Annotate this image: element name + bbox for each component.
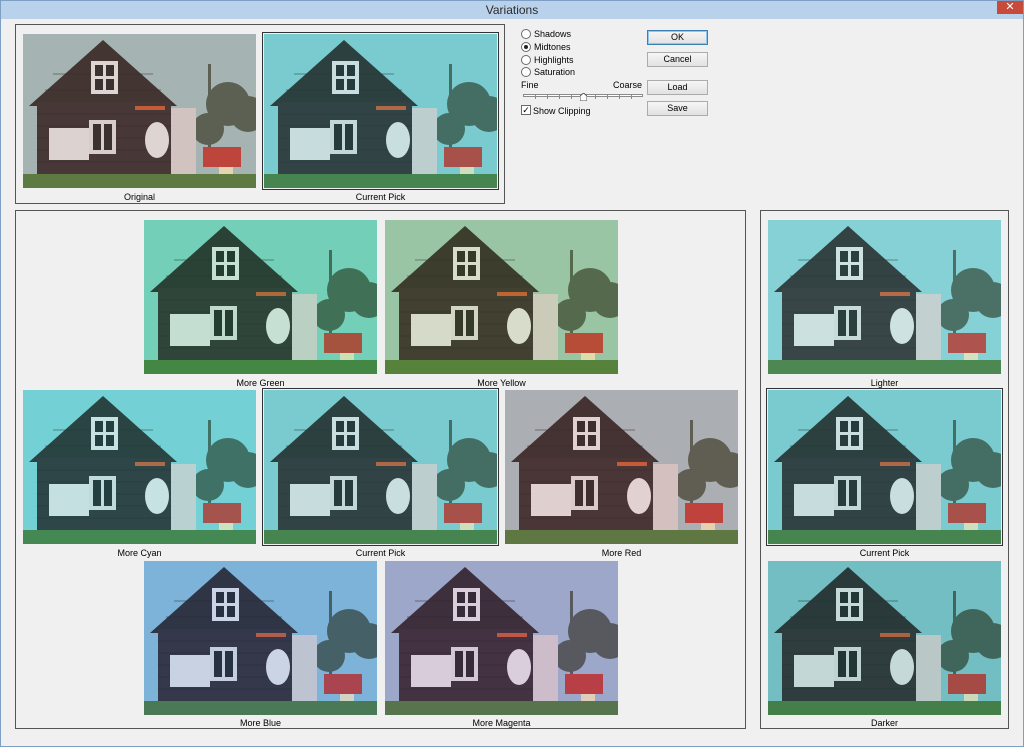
darker-thumbnail[interactable] [768,561,1001,715]
barn-photo [23,34,256,188]
slider-tick [631,94,632,99]
save-button[interactable]: Save [647,101,708,116]
coarse-label: Coarse [613,80,643,90]
more-red-thumbnail[interactable] [505,390,738,544]
more-magenta-thumbnail[interactable] [385,561,618,715]
barn-photo [144,220,377,374]
slider-tick [535,94,536,99]
current-pick-color-caption: Current Pick [355,548,406,558]
radio-highlights-label: Highlights [534,55,574,65]
more-blue-thumbnail[interactable] [144,561,377,715]
more-magenta-caption: More Magenta [472,718,531,728]
more-blue-caption: More Blue [239,718,282,728]
dialog-title: Variations [485,3,539,17]
more-yellow-caption: More Yellow [477,378,526,388]
slider-tick [571,94,572,99]
lighter-thumbnail[interactable] [768,220,1001,374]
fine-label: Fine [521,80,539,90]
radio-highlights[interactable]: Highlights [521,54,574,66]
barn-photo [768,561,1001,715]
radio-midtones-label: Midtones [534,42,571,52]
barn-photo [385,220,618,374]
more-green-thumbnail[interactable] [144,220,377,374]
load-button[interactable]: Load [647,80,708,95]
barn-photo [23,390,256,544]
current-pick-preview-thumbnail[interactable] [262,32,499,190]
slider-tick [607,94,608,99]
show-clipping-label: Show Clipping [533,106,591,116]
slider-tick [619,94,620,99]
radio-saturation-label: Saturation [534,67,576,77]
slider-tick [547,94,548,99]
cancel-button[interactable]: Cancel [647,52,708,67]
radio-midtones[interactable]: Midtones [521,41,571,53]
original-caption: Original [123,192,155,202]
ok-button[interactable]: OK [647,30,708,45]
current-pick-brightness-thumbnail[interactable] [766,388,1003,546]
barn-photo [264,390,497,544]
barn-photo [505,390,738,544]
slider-thumb[interactable] [580,93,587,101]
radio-highlights-circle[interactable] [521,55,531,65]
radio-shadows-circle[interactable] [521,29,531,39]
current-pick-preview-caption: Current Pick [355,192,406,202]
darker-caption: Darker [870,718,898,728]
variations-dialog: Variations ✕ Original Current Pick Shado… [0,0,1024,747]
more-yellow-thumbnail[interactable] [385,220,618,374]
barn-photo [144,561,377,715]
radio-saturation[interactable]: Saturation [521,66,575,78]
radio-saturation-circle[interactable] [521,67,531,77]
radio-shadows-label: Shadows [534,29,572,39]
show-clipping-checkbox[interactable]: ✓ [521,105,531,115]
slider-tick [595,94,596,99]
original-thumbnail[interactable] [23,34,256,188]
title-bar: Variations ✕ [1,1,1023,19]
barn-photo [264,34,497,188]
lighter-caption: Lighter [870,378,899,388]
radio-midtones-circle[interactable] [521,42,531,52]
barn-photo [768,390,1001,544]
more-green-caption: More Green [236,378,285,388]
radio-shadows[interactable]: Shadows [521,28,571,40]
more-cyan-caption: More Cyan [117,548,162,558]
close-button[interactable]: ✕ [997,1,1023,14]
barn-photo [385,561,618,715]
current-pick-color-thumbnail[interactable] [262,388,499,546]
current-pick-brightness-caption: Current Pick [859,548,910,558]
slider-tick [559,94,560,99]
barn-photo [768,220,1001,374]
more-red-caption: More Red [601,548,642,558]
more-cyan-thumbnail[interactable] [23,390,256,544]
